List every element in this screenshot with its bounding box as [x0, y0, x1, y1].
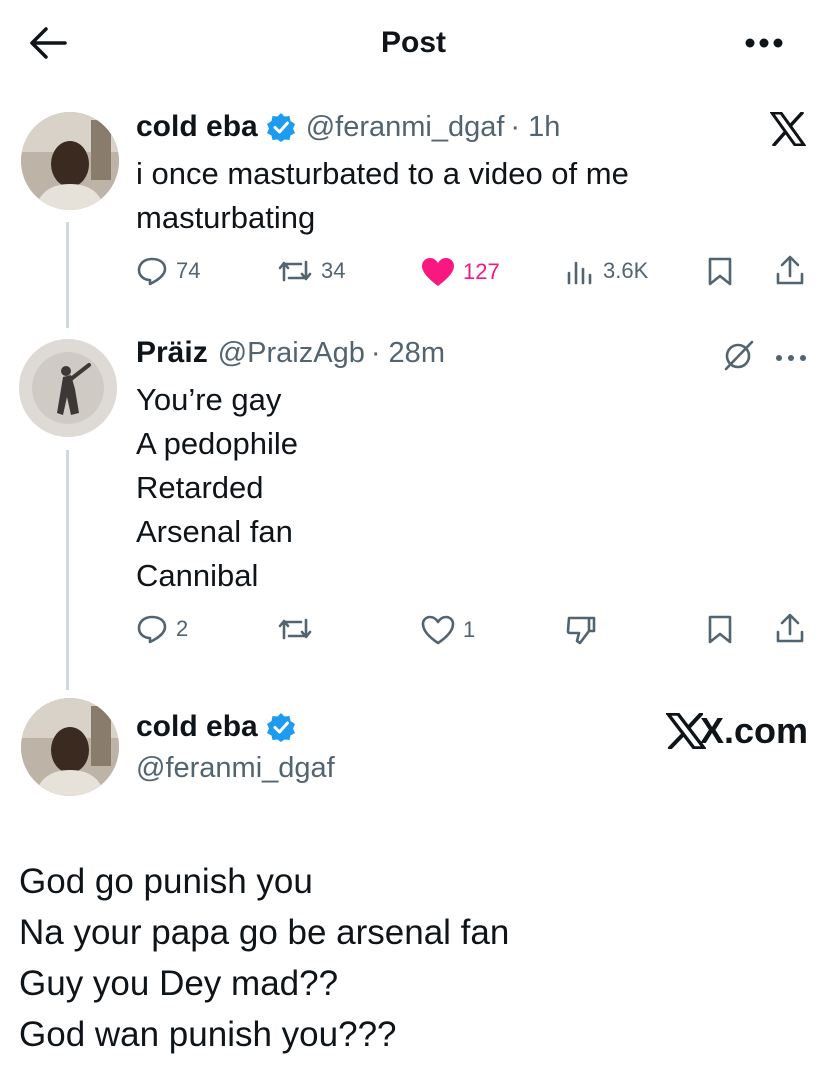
reply-button[interactable]: 2 [136, 614, 188, 644]
like-button[interactable]: 127 [421, 257, 500, 287]
post-text-line: masturbating [136, 200, 316, 235]
post-text-line: You’re gay [136, 382, 282, 417]
view-count: 3.6K [603, 258, 649, 283]
views-button[interactable]: 3.6K [565, 257, 648, 285]
bookmark-icon [706, 256, 734, 286]
repost-icon [277, 616, 313, 642]
post-text-line: Retarded [136, 470, 264, 505]
reply-text-line: Na your papa go be arsenal fan [19, 913, 510, 952]
brand-label: X.com [700, 710, 809, 751]
post-text-line: Cannibal [136, 558, 259, 593]
like-count: 1 [463, 617, 476, 642]
bookmark-button[interactable] [706, 256, 734, 291]
share-button[interactable] [774, 612, 806, 649]
more-button[interactable] [744, 36, 784, 55]
reply-text: God go punish you Na your papa go be ars… [19, 856, 509, 1060]
reply-text-line: God go punish you [19, 862, 313, 901]
like-button[interactable]: 1 [421, 615, 475, 645]
share-icon [774, 612, 806, 644]
brand-watermark: X.com [666, 710, 808, 752]
thumbs-down-icon [565, 614, 597, 646]
repost-icon [277, 258, 313, 284]
repost-button[interactable]: 34 [277, 258, 345, 284]
post-time: · 28m [370, 336, 445, 369]
grok-icon[interactable] [722, 338, 756, 372]
author-handle[interactable]: @feranmi_dgaf [136, 752, 335, 785]
thread-line [66, 450, 69, 690]
reply-icon [136, 614, 168, 644]
more-horizontal-icon [774, 353, 808, 363]
post-text: i once masturbated to a video of me mast… [136, 152, 629, 240]
heart-icon [421, 615, 455, 645]
bookmark-icon [706, 614, 734, 644]
author-name[interactable]: cold eba [136, 710, 258, 744]
author-handle[interactable]: @PraizAgb [218, 337, 365, 370]
verified-badge-icon [266, 712, 296, 742]
avatar[interactable] [21, 698, 119, 796]
analytics-icon [565, 257, 595, 285]
author-name[interactable]: cold eba [136, 110, 258, 144]
reply-icon [136, 256, 168, 286]
avatar[interactable] [19, 339, 117, 437]
avatar[interactable] [21, 112, 119, 210]
verified-badge-icon [266, 112, 296, 142]
x-logo-icon [770, 112, 806, 146]
like-count: 127 [463, 259, 500, 284]
share-button[interactable] [774, 254, 806, 291]
more-horizontal-icon [744, 36, 784, 50]
reply-text-line: God wan punish you??? [19, 1015, 397, 1054]
post-text-line: A pedophile [136, 426, 299, 461]
page-title: Post [380, 26, 446, 59]
author-handle[interactable]: @feranmi_dgaf [306, 111, 505, 144]
heart-filled-icon [421, 257, 455, 287]
repost-count: 34 [321, 258, 346, 283]
reply-text-line: Guy you Dey mad?? [19, 964, 339, 1003]
share-icon [774, 254, 806, 286]
post-text: You’re gay A pedophile Retarded Arsenal … [136, 378, 298, 598]
repost-button[interactable] [277, 616, 321, 642]
downvote-button[interactable] [565, 614, 597, 651]
author-name[interactable]: Präiz [136, 336, 208, 370]
post-time: · 1h [510, 110, 561, 143]
post-text-line: Arsenal fan [136, 514, 293, 549]
thread-line [66, 222, 69, 328]
reply-button[interactable]: 74 [136, 256, 200, 286]
post-text-line: i once masturbated to a video of me [136, 156, 629, 191]
reply-count: 74 [176, 258, 201, 283]
reply-count: 2 [176, 616, 189, 641]
bookmark-button[interactable] [706, 614, 734, 649]
more-options-button[interactable] [774, 350, 808, 368]
